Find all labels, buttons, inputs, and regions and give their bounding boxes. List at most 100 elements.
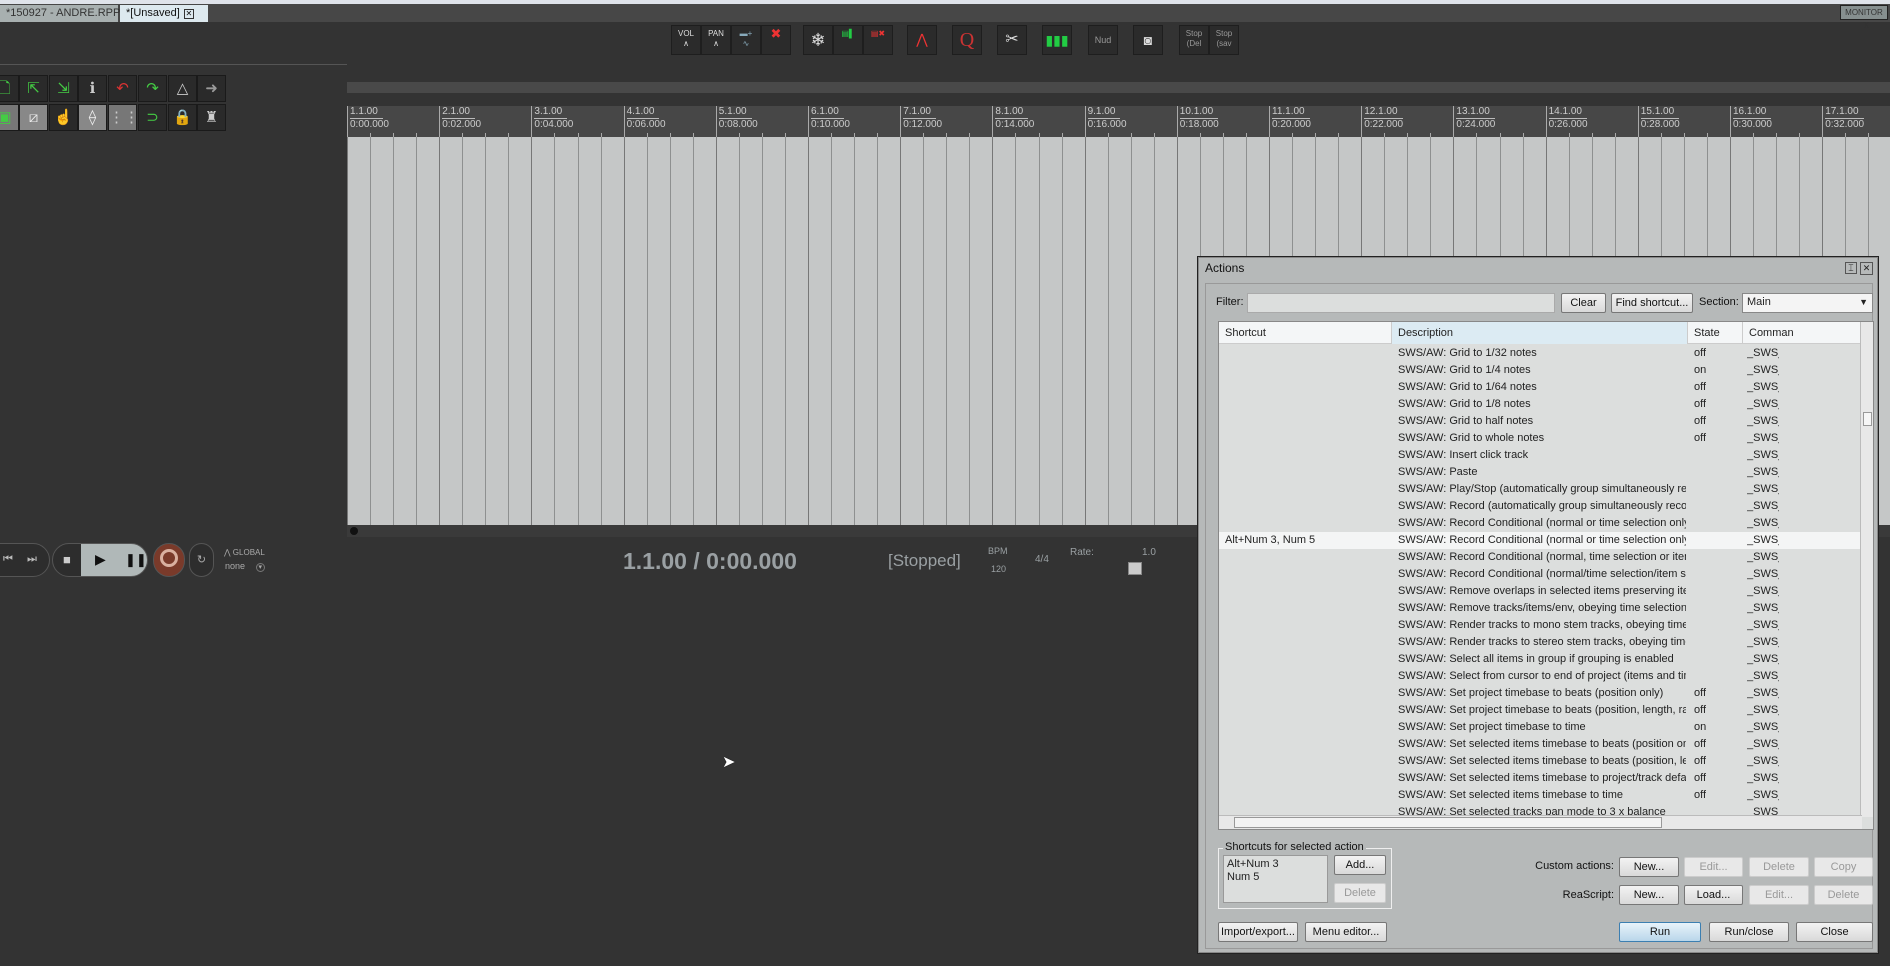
- action-row[interactable]: SWS/AW: Record Conditional (normal or ti…: [1219, 515, 1862, 532]
- time-position[interactable]: 1.1.00 / 0:00.000: [623, 548, 797, 575]
- item-grouping-icon[interactable]: ☝: [49, 104, 78, 131]
- arrow-right-icon[interactable]: ➜: [197, 75, 226, 102]
- timeline-ruler[interactable]: 1.1.00 0:00.000 2.1.00 0:02.000 3.1.00 0:04.0…: [347, 106, 1890, 137]
- scrollbar-thumb[interactable]: [1863, 412, 1872, 426]
- reascript-edit-button[interactable]: Edit...: [1749, 885, 1809, 905]
- snap-icon[interactable]: ▣: [0, 104, 19, 131]
- pan-envelope-button[interactable]: PAN ∧: [701, 25, 731, 55]
- list-vertical-scrollbar[interactable]: [1860, 322, 1873, 817]
- envelope-follow-icon[interactable]: ⟠: [78, 104, 107, 131]
- split-items-icon[interactable]: ✂: [997, 25, 1027, 55]
- custom-new-button[interactable]: New...: [1619, 857, 1679, 877]
- reascript-load-button[interactable]: Load...: [1684, 885, 1743, 905]
- menu-editor-button[interactable]: Menu editor...: [1305, 922, 1387, 942]
- stop-icon[interactable]: ■: [63, 552, 71, 567]
- vol-envelope-button[interactable]: VOL ∧: [671, 25, 701, 55]
- new-project-icon[interactable]: 🗋: [0, 75, 19, 102]
- action-row[interactable]: SWS/AW: Record (automatically group simu…: [1219, 498, 1862, 515]
- action-row[interactable]: SWS/AW: Grid to whole notes off _SWS_A: [1219, 430, 1862, 447]
- close-dialog-icon[interactable]: ✕: [1860, 262, 1873, 275]
- run-close-button[interactable]: Run/close: [1709, 922, 1789, 942]
- nudge-button[interactable]: Nud: [1088, 25, 1118, 55]
- stop-delete-button[interactable]: Stop (Del: [1179, 25, 1209, 55]
- action-row[interactable]: SWS/AW: Select from cursor to end of pro…: [1219, 668, 1862, 685]
- zoom-icon[interactable]: [350, 527, 358, 535]
- custom-copy-button[interactable]: Copy: [1814, 857, 1873, 877]
- reascript-delete-button[interactable]: Delete: [1814, 885, 1873, 905]
- column-shortcut[interactable]: Shortcut: [1219, 322, 1392, 344]
- find-shortcut-button[interactable]: Find shortcut...: [1611, 293, 1693, 313]
- action-row[interactable]: SWS/AW: Paste _SWS_A: [1219, 464, 1862, 481]
- envelope-points-icon[interactable]: ⋀: [907, 25, 937, 55]
- automation-value[interactable]: none ▾: [225, 561, 266, 572]
- quantize-icon[interactable]: Q: [952, 25, 982, 55]
- action-row[interactable]: SWS/AW: Set project timebase to time on _S…: [1219, 719, 1862, 736]
- open-project-icon[interactable]: ⇱: [19, 75, 48, 102]
- run-button[interactable]: Run: [1619, 922, 1701, 942]
- grid-icon[interactable]: ⋮⋮: [108, 104, 139, 131]
- rate-slider[interactable]: [1128, 562, 1142, 575]
- go-to-start-icon[interactable]: ⏮: [3, 553, 13, 566]
- action-row[interactable]: SWS/AW: Set project timebase to beats (p…: [1219, 702, 1862, 719]
- action-row[interactable]: SWS/AW: Select all items in group if gro…: [1219, 651, 1862, 668]
- action-row[interactable]: SWS/AW: Grid to 1/8 notes off _SWS_A: [1219, 396, 1862, 413]
- column-command[interactable]: Comman: [1743, 322, 1862, 344]
- close-button[interactable]: Close: [1796, 922, 1873, 942]
- reascript-new-button[interactable]: New...: [1619, 885, 1679, 905]
- metronome-icon[interactable]: △: [168, 75, 197, 102]
- action-row[interactable]: SWS/AW: Remove overlaps in selected item…: [1219, 583, 1862, 600]
- timeline-strip[interactable]: [347, 82, 1890, 93]
- add-envelope-point-icon[interactable]: ▬+ ∿: [731, 25, 761, 55]
- custom-edit-button[interactable]: Edit...: [1684, 857, 1743, 877]
- glue-items-icon[interactable]: ▤▌: [833, 25, 863, 55]
- column-state[interactable]: State: [1688, 322, 1743, 344]
- column-description[interactable]: Description: [1392, 322, 1688, 344]
- automation-mode[interactable]: ⋀ GLOBAL: [224, 548, 265, 557]
- action-row[interactable]: SWS/AW: Set selected items timebase to b…: [1219, 736, 1862, 753]
- dropdown-icon[interactable]: ▾: [255, 563, 266, 572]
- speaker-icon[interactable]: ◙: [1133, 25, 1163, 55]
- go-to-end-icon[interactable]: ⏭: [27, 553, 37, 566]
- action-row[interactable]: SWS/AW: Record Conditional (normal/time …: [1219, 566, 1862, 583]
- action-row[interactable]: SWS/AW: Set selected items timebase to b…: [1219, 753, 1862, 770]
- action-row[interactable]: SWS/AW: Set selected items timebase to p…: [1219, 770, 1862, 787]
- lock-icon[interactable]: 🔒: [168, 104, 197, 131]
- stop-save-button[interactable]: Stop (sav: [1209, 25, 1239, 55]
- redo-icon[interactable]: ↷: [138, 75, 167, 102]
- section-select[interactable]: Main ▼: [1742, 293, 1873, 313]
- action-row[interactable]: SWS/AW: Grid to 1/4 notes on _SWS_A: [1219, 362, 1862, 379]
- ripple-edit-icon[interactable]: ⧄: [19, 104, 48, 131]
- undo-icon[interactable]: ↶: [108, 75, 137, 102]
- monitor-fx-button[interactable]: MONITOR FX: [1840, 5, 1888, 30]
- import-export-button[interactable]: Import/export...: [1218, 922, 1298, 942]
- action-row[interactable]: SWS/AW: Remove tracks/items/env, obeying…: [1219, 600, 1862, 617]
- action-row[interactable]: SWS/AW: Set project timebase to beats (p…: [1219, 685, 1862, 702]
- pause-icon[interactable]: ❚❚: [125, 552, 147, 568]
- action-row[interactable]: SWS/AW: Play/Stop (automatically group s…: [1219, 481, 1862, 498]
- record-button[interactable]: [153, 543, 185, 577]
- scrollbar-thumb[interactable]: [1234, 817, 1662, 828]
- action-row[interactable]: SWS/AW: Insert click track _SWS_A: [1219, 447, 1862, 464]
- play-icon[interactable]: ▶: [95, 551, 106, 568]
- actions-list[interactable]: Shortcut Description State Comman SWS/AW…: [1218, 321, 1874, 830]
- action-row[interactable]: SWS/AW: Grid to half notes off _SWS_A: [1219, 413, 1862, 430]
- clear-button[interactable]: Clear: [1561, 293, 1606, 313]
- tab-unsaved[interactable]: *[Unsaved] ✕: [120, 5, 208, 22]
- pin-icon[interactable]: ⌶: [1845, 262, 1857, 274]
- meters-icon[interactable]: ▮▮▮: [1042, 25, 1072, 55]
- action-row[interactable]: SWS/AW: Set selected items timebase to t…: [1219, 787, 1862, 804]
- delete-envelope-icon[interactable]: ✖: [761, 25, 791, 55]
- brush-icon[interactable]: ♜: [197, 104, 226, 131]
- time-signature[interactable]: 4/4: [1035, 554, 1049, 565]
- bpm-value[interactable]: 120: [991, 564, 1006, 574]
- action-row[interactable]: SWS/AW: Record Conditional (normal, time…: [1219, 549, 1862, 566]
- tab-andre-project[interactable]: *150927 - ANDRE.RPP: [0, 5, 120, 22]
- action-row[interactable]: SWS/AW: Grid to 1/32 notes off _SWS_A: [1219, 345, 1862, 362]
- close-tab-icon[interactable]: ✕: [183, 9, 194, 19]
- remove-items-icon[interactable]: ▤✖: [863, 25, 893, 55]
- list-horizontal-scrollbar[interactable]: [1219, 815, 1862, 829]
- save-project-icon[interactable]: ⇲: [49, 75, 78, 102]
- action-row[interactable]: SWS/AW: Render tracks to stereo stem tra…: [1219, 634, 1862, 651]
- action-row[interactable]: SWS/AW: Grid to 1/64 notes off _SWS_A: [1219, 379, 1862, 396]
- freeze-icon[interactable]: ❄: [803, 25, 833, 55]
